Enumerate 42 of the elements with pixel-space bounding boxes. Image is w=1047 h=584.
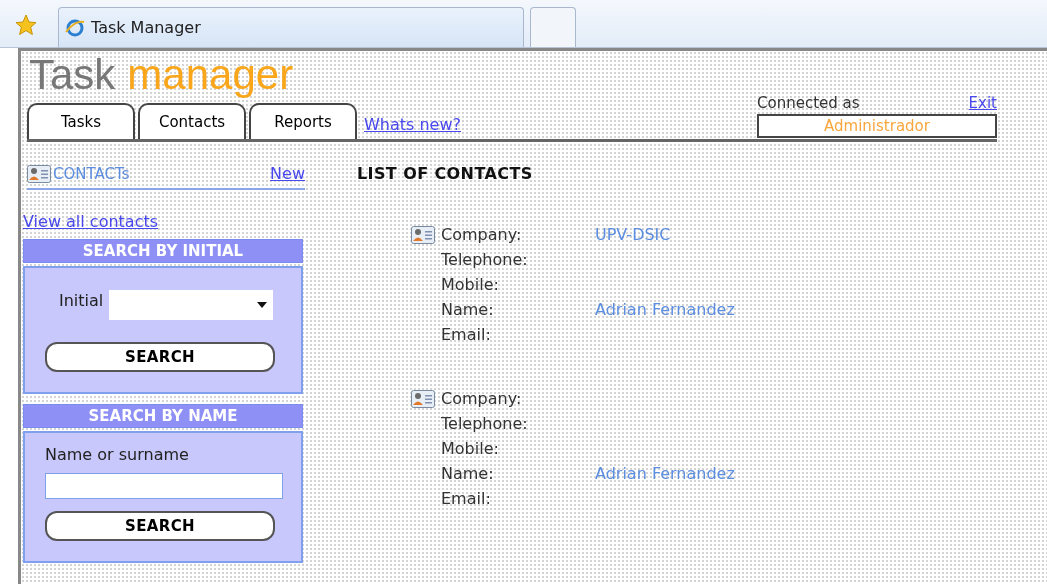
field-label: Company:: [441, 223, 523, 246]
view-all-contacts-link[interactable]: View all contacts: [23, 210, 307, 234]
field-label: Telephone:: [441, 412, 529, 435]
field-value: Adrian Fernandez: [595, 462, 735, 485]
contacts-heading: CONTACTs: [53, 163, 130, 185]
whats-new-link[interactable]: Whats new?: [364, 113, 462, 137]
search-button[interactable]: SEARCH: [45, 511, 275, 541]
contact-card-icon: [411, 390, 435, 408]
nav-tab[interactable]: Tasks: [27, 103, 135, 139]
initial-label: Initial: [59, 290, 104, 312]
contact-card-icon: [411, 226, 435, 244]
field-value: UPV-DSIC: [595, 223, 671, 246]
dropdown-arrow-icon: [257, 302, 268, 308]
panel-header: SEARCH BY INITIAL: [23, 239, 303, 263]
browser-tab[interactable]: Task Manager: [58, 7, 524, 47]
field-label: Telephone:: [441, 248, 529, 271]
field-label: Company:: [441, 387, 523, 410]
field-label: Mobile:: [441, 273, 500, 296]
browser-logo-icon: [65, 17, 85, 38]
search-button[interactable]: SEARCH: [45, 342, 275, 372]
field-label: Name:: [441, 298, 495, 321]
app-title: Task: [29, 53, 116, 97]
app-title-accent: manager: [127, 53, 294, 97]
contact-card-icon: [27, 165, 51, 183]
nav-tab[interactable]: Reports: [249, 103, 357, 139]
field-label: Email:: [441, 487, 492, 510]
favorites-star-icon[interactable]: [14, 13, 38, 37]
panel-header: SEARCH BY NAME: [23, 404, 303, 428]
field-label: Name:: [441, 462, 495, 485]
name-label: Name or surname: [45, 444, 190, 466]
connected-as-label: Connected as: [757, 92, 860, 114]
new-contact-link[interactable]: New: [270, 162, 305, 186]
new-tab-button[interactable]: [530, 7, 576, 47]
field-label: Email:: [441, 323, 492, 346]
name-input-field[interactable]: [45, 473, 283, 499]
field-label: Mobile:: [441, 437, 500, 460]
tab-title: Task Manager: [91, 16, 201, 39]
exit-link[interactable]: Exit: [968, 91, 997, 114]
user-name: Administrador: [757, 114, 997, 138]
field-value: Adrian Fernandez: [595, 298, 735, 321]
nav-tab[interactable]: Contacts: [138, 103, 246, 139]
list-title: LIST OF CONTACTS: [357, 163, 534, 185]
